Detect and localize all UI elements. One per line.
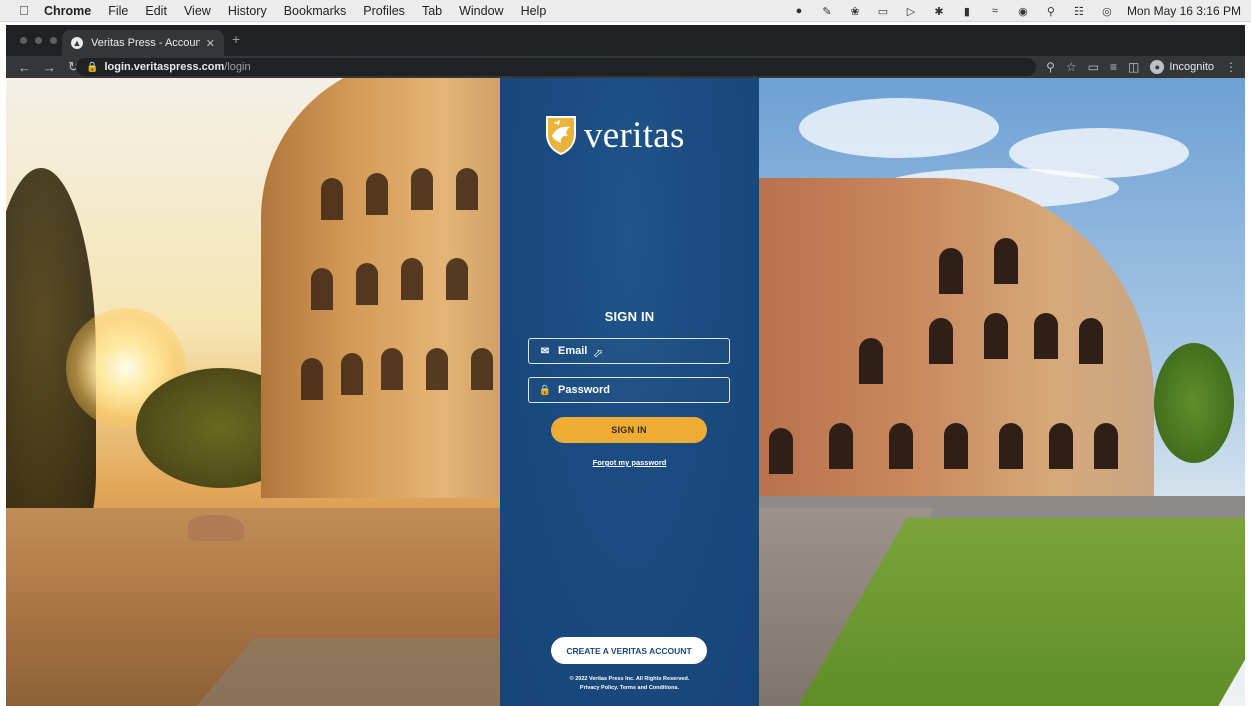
menu-help[interactable]: Help bbox=[521, 4, 547, 18]
padlock-icon: 🔒 bbox=[538, 384, 552, 396]
close-window-button[interactable] bbox=[20, 37, 27, 44]
mouse-pointer-icon: ⬀ bbox=[593, 346, 604, 360]
menu-view[interactable]: View bbox=[184, 4, 211, 18]
app-icon[interactable]: ❀ bbox=[847, 5, 863, 18]
rock bbox=[188, 515, 244, 541]
menu-window[interactable]: Window bbox=[459, 4, 503, 18]
menu-bar-clock[interactable]: Mon May 16 3:16 PM bbox=[1127, 4, 1241, 18]
terms-link[interactable]: Terms and Conditions. bbox=[620, 685, 679, 691]
incognito-label: Incognito bbox=[1169, 61, 1214, 73]
signin-heading: SIGN IN bbox=[604, 309, 655, 324]
colosseum-right bbox=[759, 178, 1154, 498]
background-photo-right bbox=[759, 78, 1245, 706]
email-placeholder: Email bbox=[558, 345, 588, 357]
shield-icon bbox=[546, 116, 576, 156]
legal-links: Privacy Policy. Terms and Conditions. bbox=[500, 684, 759, 693]
siri-icon[interactable]: ◎ bbox=[1099, 5, 1115, 18]
brand-wordmark: veritas bbox=[584, 114, 685, 156]
browser-tab-active[interactable]: ▲ Veritas Press - Accounts ✕ bbox=[62, 30, 224, 56]
colosseum-left bbox=[261, 78, 500, 498]
minimize-window-button[interactable] bbox=[35, 37, 42, 44]
window-controls bbox=[20, 37, 57, 44]
password-field[interactable]: 🔒 Password bbox=[528, 377, 730, 403]
wifi-icon[interactable]: ≈ bbox=[987, 5, 1003, 17]
side-panel-icon[interactable]: ◫ bbox=[1128, 60, 1139, 74]
record-icon[interactable]: ● bbox=[791, 5, 807, 17]
email-field[interactable]: ✉ Email bbox=[528, 338, 730, 364]
browser-toolbar: ← → ↻ 🔒 login.veritaspress.com/login ⚲ ☆… bbox=[6, 56, 1245, 78]
forgot-password-link[interactable]: Forgot my password bbox=[500, 458, 759, 467]
forward-button[interactable]: → bbox=[43, 60, 56, 75]
more-menu-icon[interactable]: ⋮ bbox=[1225, 60, 1237, 74]
back-button[interactable]: ← bbox=[18, 60, 31, 75]
address-bar[interactable]: 🔒 login.veritaspress.com/login bbox=[76, 58, 1036, 76]
background-photo-left bbox=[6, 78, 500, 706]
key-icon[interactable]: ⚲ bbox=[1046, 60, 1055, 74]
password-placeholder: Password bbox=[558, 384, 610, 396]
play-icon[interactable]: ▷ bbox=[903, 5, 919, 18]
close-tab-icon[interactable]: ✕ bbox=[206, 37, 215, 50]
privacy-policy-link[interactable]: Privacy Policy. bbox=[580, 685, 618, 691]
user-icon[interactable]: ◉ bbox=[1015, 5, 1031, 18]
search-icon[interactable]: ⚲ bbox=[1043, 5, 1059, 18]
url-host: login.veritaspress.com bbox=[104, 61, 225, 73]
menu-history[interactable]: History bbox=[228, 4, 267, 18]
tab-strip: ▲ Veritas Press - Accounts ✕ + bbox=[6, 25, 1245, 56]
envelope-icon: ✉ bbox=[540, 345, 550, 357]
bluetooth-icon[interactable]: ✱ bbox=[931, 5, 947, 18]
battery-icon[interactable]: ▮ bbox=[959, 5, 975, 18]
signin-button[interactable]: SIGN IN bbox=[551, 417, 707, 443]
display-icon[interactable]: ▭ bbox=[875, 5, 891, 18]
page-content: veritas SIGN IN ✉ Email ⬀ 🔒 Password SIG… bbox=[6, 78, 1245, 706]
copyright-text: © 2022 Veritas Press Inc. All Rights Res… bbox=[569, 676, 690, 682]
maximize-window-button[interactable] bbox=[50, 37, 57, 44]
create-account-button[interactable]: CREATE A VERITAS ACCOUNT bbox=[551, 637, 707, 664]
cloud bbox=[799, 98, 999, 158]
browser-window: ▲ Veritas Press - Accounts ✕ + ← → ↻ 🔒 l… bbox=[6, 25, 1245, 706]
menu-bookmarks[interactable]: Bookmarks bbox=[284, 4, 347, 18]
lock-icon[interactable]: 🔒 bbox=[86, 62, 98, 73]
star-icon[interactable]: ☆ bbox=[1066, 60, 1077, 74]
signin-panel: veritas SIGN IN ✉ Email ⬀ 🔒 Password SIG… bbox=[500, 78, 759, 706]
control-center-icon[interactable]: ☷ bbox=[1071, 5, 1087, 18]
toolbar-actions: ⚲ ☆ ▭ ≡ ◫ ● Incognito ⋮ bbox=[1046, 56, 1237, 78]
veritas-logo[interactable]: veritas bbox=[544, 114, 685, 156]
tab-title: Veritas Press - Accounts bbox=[91, 37, 200, 49]
menu-file[interactable]: File bbox=[108, 4, 128, 18]
menu-edit[interactable]: Edit bbox=[145, 4, 167, 18]
apple-icon[interactable]:  bbox=[14, 3, 34, 18]
tree bbox=[1154, 343, 1234, 463]
incognito-icon: ● bbox=[1150, 60, 1165, 74]
tab-favicon: ▲ bbox=[71, 37, 83, 49]
tool-icon[interactable]: ✎ bbox=[819, 5, 835, 18]
menu-chrome[interactable]: Chrome bbox=[44, 4, 91, 18]
footer-legal: © 2022 Veritas Press Inc. All Rights Res… bbox=[500, 675, 759, 693]
url-path: /login bbox=[224, 61, 251, 73]
menu-profiles[interactable]: Profiles bbox=[363, 4, 405, 18]
macos-menu-bar:  Chrome File Edit View History Bookmark… bbox=[0, 0, 1251, 22]
new-tab-button[interactable]: + bbox=[232, 31, 240, 47]
reading-list-icon[interactable]: ≡ bbox=[1110, 60, 1117, 74]
menu-tab[interactable]: Tab bbox=[422, 4, 442, 18]
incognito-indicator[interactable]: ● Incognito bbox=[1150, 60, 1214, 74]
cast-icon[interactable]: ▭ bbox=[1088, 60, 1099, 74]
menu-bar-status-area: ● ✎ ❀ ▭ ▷ ✱ ▮ ≈ ◉ ⚲ ☷ ◎ Mon May 16 3:16 … bbox=[791, 0, 1241, 22]
